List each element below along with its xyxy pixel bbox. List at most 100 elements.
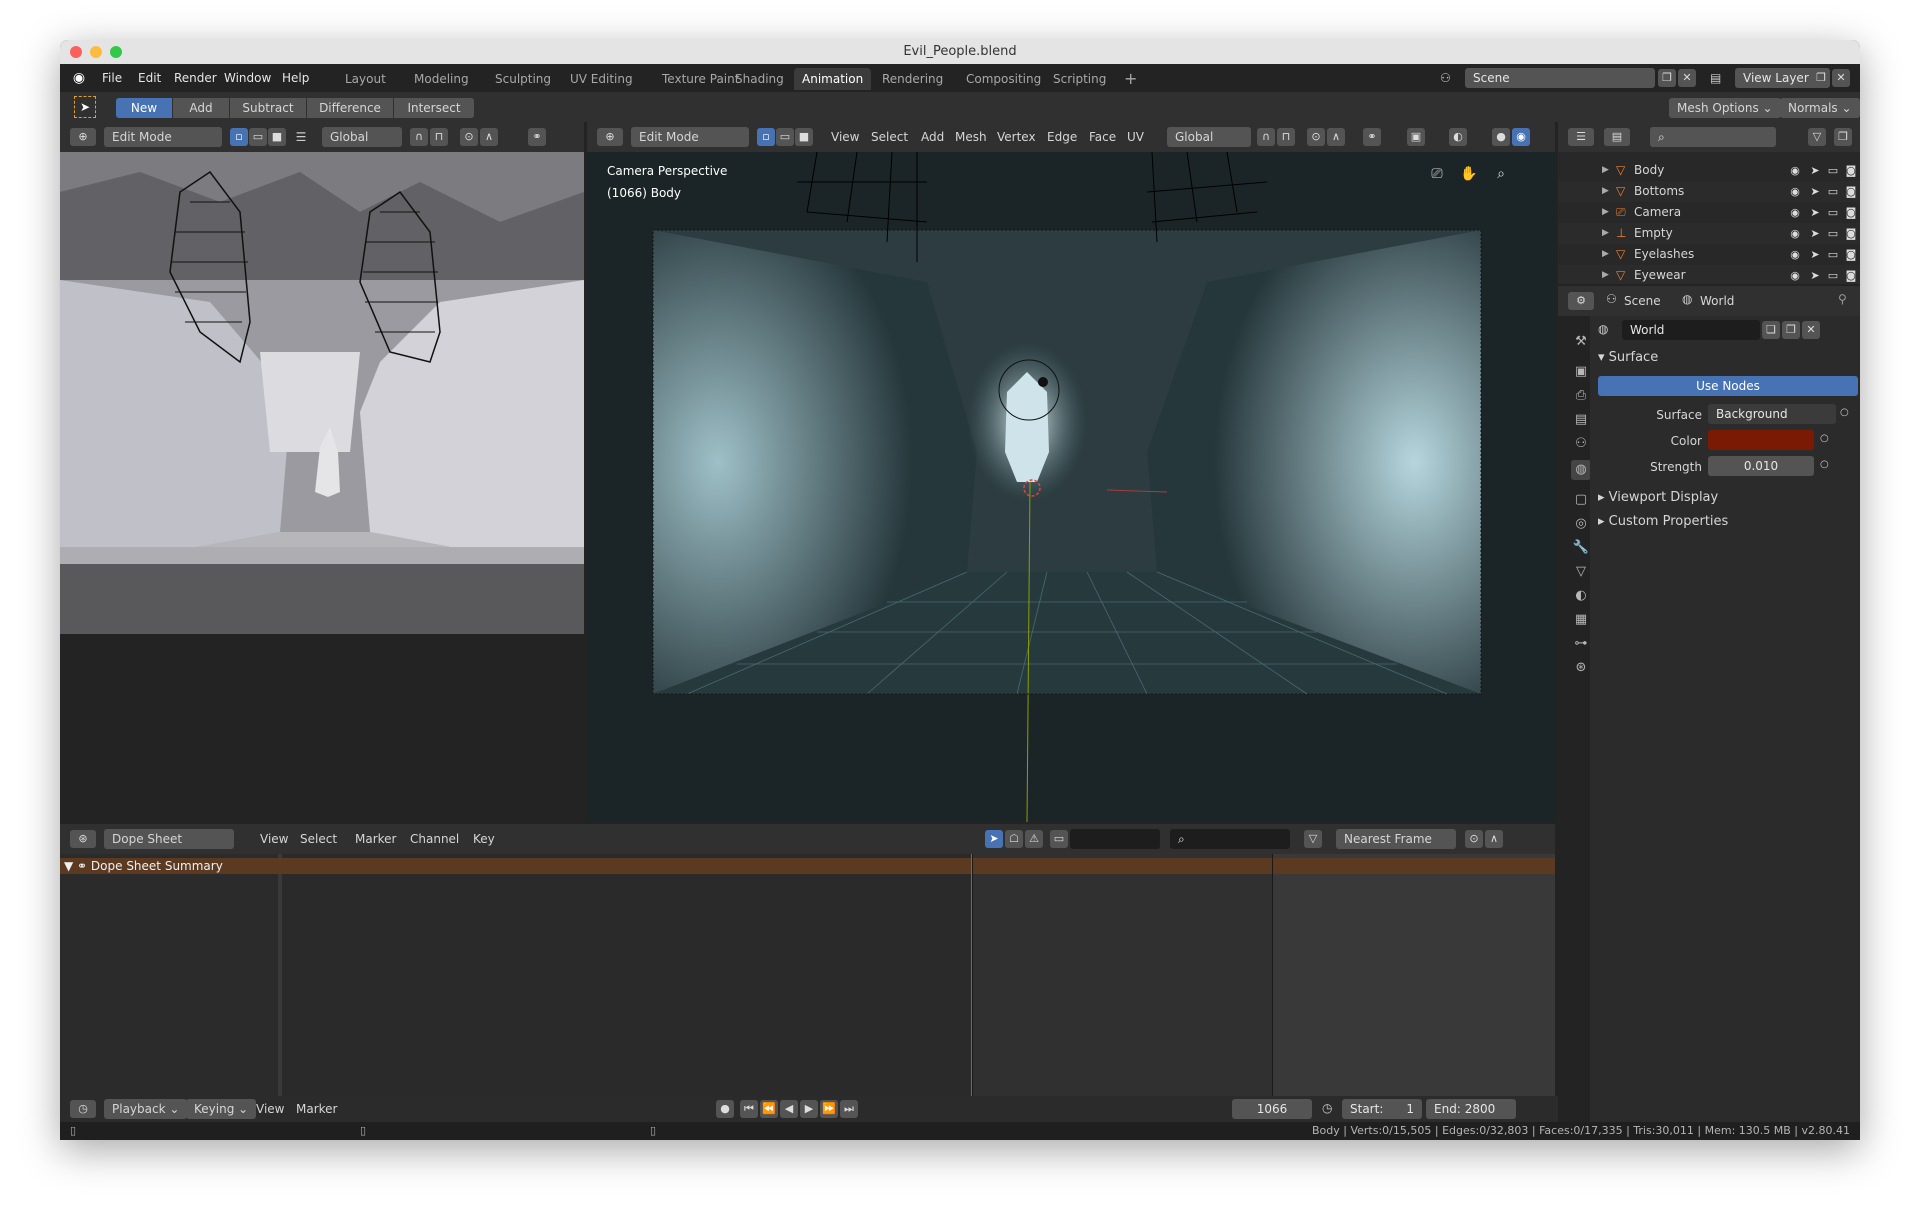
- dopesheet-menu-key[interactable]: Key: [473, 830, 495, 848]
- viewport-menu-face[interactable]: Face: [1089, 128, 1116, 146]
- expand-arrow-icon[interactable]: ▶: [1602, 223, 1609, 244]
- viewport-menu-mesh[interactable]: Mesh: [955, 128, 987, 146]
- properties-scene-label[interactable]: Scene: [1624, 292, 1661, 310]
- visibility-eye-icon[interactable]: ◉: [1788, 185, 1802, 199]
- close-window-button[interactable]: [70, 46, 82, 58]
- tab-sculpting[interactable]: Sculpting: [487, 68, 559, 90]
- world-color-swatch[interactable]: [1708, 430, 1814, 450]
- add-workspace-button[interactable]: +: [1116, 68, 1145, 90]
- dopesheet-mode-dropdown[interactable]: Dope Sheet: [104, 829, 234, 849]
- render-camera-icon[interactable]: ◙: [1844, 227, 1858, 241]
- bool-add-button[interactable]: Add: [173, 98, 229, 118]
- keying-menu[interactable]: Keying ⌄: [186, 1099, 257, 1119]
- scene-tab-icon[interactable]: ⚇: [1571, 434, 1591, 454]
- bool-intersect-button[interactable]: Intersect: [394, 98, 474, 118]
- world-tab-icon[interactable]: ◍: [1571, 460, 1591, 480]
- expand-arrow-icon[interactable]: ▶: [1602, 265, 1609, 284]
- tab-scripting[interactable]: Scripting: [1045, 68, 1114, 90]
- viewport-menu-edge[interactable]: Edge: [1047, 128, 1077, 146]
- outliner-row-empty[interactable]: ▶ ⊥ Empty ◉ ➤ ▭ ◙: [1558, 223, 1860, 244]
- main-viewport[interactable]: Camera Perspective (1066) Body ⎚ ✋ ⌕: [587, 152, 1555, 822]
- particles-tab-icon[interactable]: ⊛: [1571, 658, 1591, 678]
- viewport-menu-view[interactable]: View: [831, 128, 859, 146]
- world-datablock-icon[interactable]: ◍: [1598, 320, 1616, 338]
- tab-shading[interactable]: Shading: [727, 68, 792, 90]
- dopesheet-area[interactable]: ▼ ⚭ Dope Sheet Summary: [60, 854, 1555, 1122]
- current-frame-field[interactable]: 1066: [1232, 1099, 1312, 1119]
- edge-select-icon[interactable]: ▭: [249, 128, 267, 146]
- vertex-select-icon[interactable]: ▫: [230, 128, 248, 146]
- selectable-arrow-icon[interactable]: ➤: [1808, 206, 1822, 220]
- visibility-eye-icon[interactable]: ◉: [1788, 206, 1802, 220]
- snapping-dropdown[interactable]: Nearest Frame: [1336, 829, 1456, 849]
- viewport-monitor-icon[interactable]: ▭: [1826, 269, 1840, 283]
- properties-world-label[interactable]: World: [1700, 292, 1734, 310]
- custom-properties-panel[interactable]: ▸ Custom Properties: [1598, 514, 1728, 529]
- show-gizmo-icon[interactable]: ⚭: [1363, 128, 1381, 146]
- jump-start-icon[interactable]: ⏮: [740, 1100, 758, 1118]
- menu-edit[interactable]: Edit: [138, 70, 161, 86]
- viewport-menu-select[interactable]: Select: [871, 128, 908, 146]
- expand-arrow-icon[interactable]: ▶: [1602, 202, 1609, 223]
- left-viewport[interactable]: [60, 152, 584, 634]
- color-link-icon[interactable]: ○: [1820, 432, 1834, 446]
- snap-icon[interactable]: ∩: [410, 128, 428, 146]
- menu-file[interactable]: File: [102, 70, 122, 86]
- tab-uv-editing[interactable]: UV Editing: [562, 68, 641, 90]
- viewport-monitor-icon[interactable]: ▭: [1826, 164, 1840, 178]
- viewport-display-panel[interactable]: ▸ Viewport Display: [1598, 490, 1718, 505]
- menu-icon[interactable]: ☰: [292, 128, 310, 146]
- minimize-window-button[interactable]: [90, 46, 102, 58]
- dopesheet-collection-field[interactable]: [1070, 829, 1160, 849]
- viewport-menu-add[interactable]: Add: [921, 128, 944, 146]
- tool-tab-icon[interactable]: ⚒: [1571, 332, 1591, 352]
- selectable-arrow-icon[interactable]: ➤: [1808, 164, 1822, 178]
- dopesheet-menu-marker[interactable]: Marker: [355, 830, 396, 848]
- new-world-icon[interactable]: ❐: [1782, 321, 1800, 339]
- outliner-search-input[interactable]: ⌕: [1650, 127, 1776, 147]
- outliner-filter-icon[interactable]: ▽: [1808, 128, 1826, 146]
- viewport-menu-uv[interactable]: UV: [1127, 128, 1144, 146]
- snap-target-icon[interactable]: ⊓: [430, 128, 448, 146]
- render-tab-icon[interactable]: ▣: [1571, 362, 1591, 382]
- tab-layout[interactable]: Layout: [337, 68, 394, 90]
- main-snap-target-icon[interactable]: ⊓: [1277, 128, 1295, 146]
- menu-window[interactable]: Window: [224, 70, 271, 86]
- end-frame-field[interactable]: End: 2800: [1426, 1099, 1516, 1119]
- menu-help[interactable]: Help: [282, 70, 309, 86]
- jump-end-icon[interactable]: ⏭: [840, 1100, 858, 1118]
- select-box-tool-icon[interactable]: ➤: [74, 96, 96, 118]
- data-tab-icon[interactable]: ▽: [1571, 562, 1591, 582]
- prev-keyframe-icon[interactable]: ⏪: [760, 1100, 778, 1118]
- camera-view-icon[interactable]: ⎚: [1427, 166, 1447, 186]
- strength-field[interactable]: 0.010: [1708, 456, 1814, 476]
- delete-scene-icon[interactable]: ✕: [1678, 69, 1696, 87]
- main-editor-type-icon[interactable]: ⊕: [597, 128, 623, 146]
- main-vertex-select-icon[interactable]: ▫: [757, 128, 775, 146]
- face-select-icon[interactable]: ■: [268, 128, 286, 146]
- delete-view-layer-icon[interactable]: ✕: [1832, 69, 1850, 87]
- constraint-tab-icon[interactable]: ⊶: [1571, 634, 1591, 654]
- use-nodes-button[interactable]: Use Nodes: [1598, 376, 1858, 396]
- main-mode-dropdown[interactable]: Edit Mode: [631, 127, 749, 147]
- pin-icon[interactable]: ⚲: [1838, 292, 1847, 306]
- scene-icon[interactable]: ⚇: [1440, 69, 1462, 87]
- main-orientation-dropdown[interactable]: Global: [1167, 127, 1251, 147]
- viewport-monitor-icon[interactable]: ▭: [1826, 206, 1840, 220]
- tab-animation[interactable]: Animation: [794, 68, 872, 90]
- bool-subtract-button[interactable]: Subtract: [230, 98, 306, 118]
- shading-rendered-icon[interactable]: ◉: [1512, 128, 1530, 146]
- record-icon[interactable]: ●: [716, 1100, 734, 1118]
- proportional-edit-icon[interactable]: ⊙: [460, 128, 478, 146]
- link-icon[interactable]: ⚭: [528, 128, 546, 146]
- blender-logo-icon[interactable]: ◉: [70, 69, 88, 87]
- unlink-world-icon[interactable]: ✕: [1802, 321, 1820, 339]
- world-name-field[interactable]: World: [1622, 320, 1760, 340]
- selectable-arrow-icon[interactable]: ➤: [1808, 227, 1822, 241]
- outliner-row-body[interactable]: ▶ ▽ Body ◉ ➤ ▭ ◙: [1558, 160, 1860, 181]
- main-snap-icon[interactable]: ∩: [1257, 128, 1275, 146]
- editor-type-icon[interactable]: ⊕: [70, 128, 96, 146]
- xray-icon[interactable]: ▣: [1407, 128, 1425, 146]
- zoom-window-button[interactable]: [110, 46, 122, 58]
- selectable-arrow-icon[interactable]: ➤: [1808, 269, 1822, 283]
